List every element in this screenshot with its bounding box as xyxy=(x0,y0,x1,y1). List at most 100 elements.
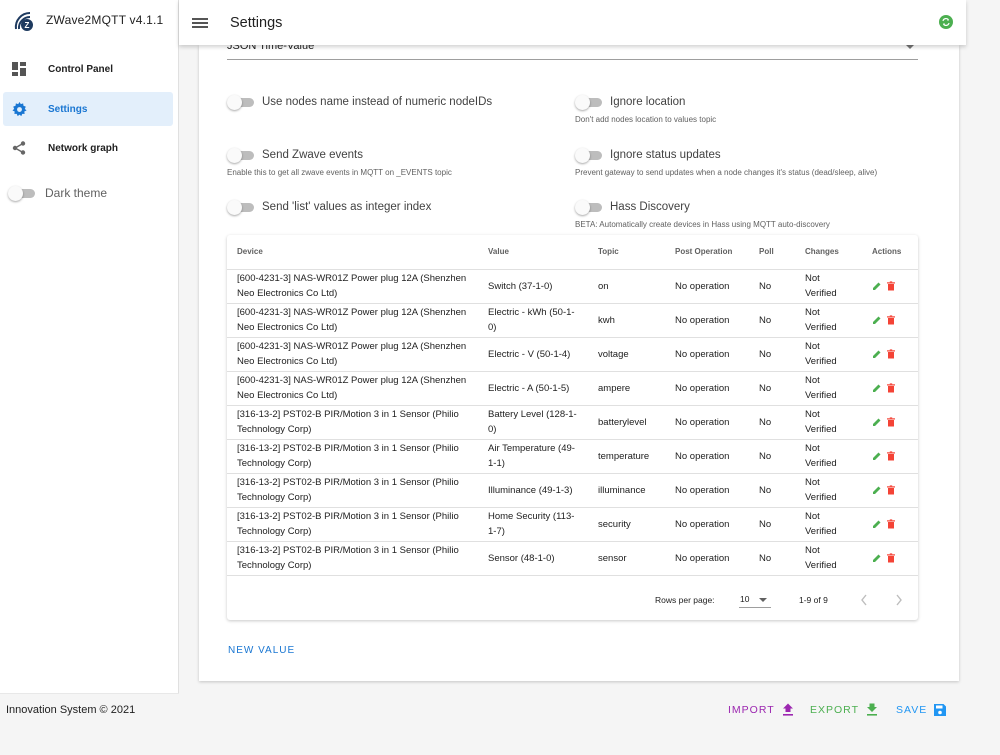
dark-theme-label: Dark theme xyxy=(45,186,108,200)
edit-icon[interactable] xyxy=(872,451,882,461)
sidebar-item-label: Settings xyxy=(48,103,88,115)
cell-changes: Not Verified xyxy=(795,303,862,338)
cell-changes: Not Verified xyxy=(795,371,862,406)
save-button[interactable]: SAVE xyxy=(896,703,947,717)
cell-topic: temperature xyxy=(588,439,665,474)
upload-icon xyxy=(782,703,793,716)
send-list-int-switch[interactable] xyxy=(227,200,255,215)
export-label: EXPORT xyxy=(810,704,859,716)
option-label: Ignore status updates xyxy=(610,149,721,161)
cell-topic: batterylevel xyxy=(588,405,665,440)
payload-type-select[interactable]: JSON Time-Value xyxy=(227,40,918,60)
option-send-zwave-events: Send Zwave events Enable this to get all… xyxy=(227,148,452,177)
sidebar-item-control-panel[interactable]: Control Panel xyxy=(3,52,173,86)
new-value-button[interactable]: NEW VALUE xyxy=(228,645,295,656)
cell-changes: Not Verified xyxy=(795,507,862,542)
header-value[interactable]: Value xyxy=(478,235,588,270)
cell-changes: Not Verified xyxy=(795,405,862,440)
edit-icon[interactable] xyxy=(872,315,882,325)
option-send-list-int: Send 'list' values as integer index xyxy=(227,200,432,215)
edit-icon[interactable] xyxy=(872,519,882,529)
delete-icon[interactable] xyxy=(886,451,896,461)
delete-icon[interactable] xyxy=(886,485,896,495)
edit-icon[interactable] xyxy=(872,485,882,495)
cell-value: Battery Level (128-1-0) xyxy=(478,405,588,440)
cell-value: Sensor (48-1-0) xyxy=(478,541,588,576)
table-pagination: Rows per page: 10 1-9 of 9 xyxy=(227,580,918,620)
brand: Z ZWave2MQTT v4.1.1 xyxy=(0,0,178,40)
cell-topic: sensor xyxy=(588,541,665,576)
edit-icon[interactable] xyxy=(872,281,882,291)
cell-value: Air Temperature (49-1-1) xyxy=(478,439,588,474)
cell-topic: ampere xyxy=(588,371,665,406)
import-label: IMPORT xyxy=(728,704,775,716)
delete-icon[interactable] xyxy=(886,417,896,427)
cell-topic: security xyxy=(588,507,665,542)
export-button[interactable]: EXPORT xyxy=(810,703,879,717)
use-node-names-switch[interactable] xyxy=(227,95,255,110)
header-topic[interactable]: Topic xyxy=(588,235,665,270)
delete-icon[interactable] xyxy=(886,553,896,563)
sidebar-item-label: Network graph xyxy=(48,142,119,154)
header-actions: Actions xyxy=(862,235,918,270)
app-title: ZWave2MQTT v4.1.1 xyxy=(46,13,164,27)
cell-value: Electric - V (50-1-4) xyxy=(478,337,588,372)
chevron-left-icon[interactable] xyxy=(860,594,868,606)
cell-changes: Not Verified xyxy=(795,439,862,474)
download-icon xyxy=(866,703,877,716)
sidebar-item-label: Control Panel xyxy=(48,63,114,75)
edit-icon[interactable] xyxy=(872,417,882,427)
header-changes[interactable]: Changes xyxy=(795,235,862,270)
pagination-range: 1-9 of 9 xyxy=(799,595,828,605)
sidebar-item-network-graph[interactable]: Network graph xyxy=(3,131,173,165)
import-button[interactable]: IMPORT xyxy=(728,703,795,717)
cell-actions xyxy=(862,371,918,406)
page-title: Settings xyxy=(230,14,283,31)
rows-per-page-select[interactable]: 10 xyxy=(739,592,771,608)
cell-device: [316-13-2] PST02-B PIR/Motion 3 in 1 Sen… xyxy=(227,405,478,440)
cell-changes: Not Verified xyxy=(795,473,862,508)
option-hint: Prevent gateway to send updates when a n… xyxy=(575,168,878,177)
top-app-bar: Settings xyxy=(179,0,966,45)
edit-icon[interactable] xyxy=(872,349,882,359)
option-hint: Enable this to get all zwave events in M… xyxy=(227,168,452,177)
cell-actions xyxy=(862,337,918,372)
sync-status-icon[interactable] xyxy=(939,15,953,29)
cell-poll: No xyxy=(749,439,795,474)
dark-theme-switch[interactable] xyxy=(8,186,36,201)
settings-card: JSON Time-Value Use nodes name instead o… xyxy=(199,40,959,681)
header-poll[interactable]: Poll xyxy=(749,235,795,270)
option-label: Hass Discovery xyxy=(610,201,690,213)
chevron-right-icon[interactable] xyxy=(895,594,903,606)
delete-icon[interactable] xyxy=(886,349,896,359)
edit-icon[interactable] xyxy=(872,553,882,563)
rows-per-page-label: Rows per page: xyxy=(655,595,715,605)
dark-theme-toggle[interactable]: Dark theme xyxy=(8,186,108,201)
cell-poll: No xyxy=(749,303,795,338)
menu-icon[interactable] xyxy=(192,16,208,30)
cell-poll: No xyxy=(749,405,795,440)
zwave-logo-icon: Z xyxy=(14,11,33,31)
ignore-location-switch[interactable] xyxy=(575,95,603,110)
send-zwave-events-switch[interactable] xyxy=(227,148,255,163)
table-header-row: Device Value Topic Post Operation Poll C… xyxy=(227,235,918,270)
table-row: [316-13-2] PST02-B PIR/Motion 3 in 1 Sen… xyxy=(227,541,918,576)
delete-icon[interactable] xyxy=(886,383,896,393)
ignore-status-switch[interactable] xyxy=(575,148,603,163)
delete-icon[interactable] xyxy=(886,315,896,325)
cell-value: Electric - A (50-1-5) xyxy=(478,371,588,406)
sidebar-item-settings[interactable]: Settings xyxy=(3,92,173,126)
header-device[interactable]: Device xyxy=(227,235,478,270)
option-hint: Don't add nodes location to values topic xyxy=(575,115,717,124)
header-post-operation[interactable]: Post Operation xyxy=(665,235,749,270)
delete-icon[interactable] xyxy=(886,519,896,529)
table-row: [600-4231-3] NAS-WR01Z Power plug 12A (S… xyxy=(227,371,918,406)
hass-discovery-switch[interactable] xyxy=(575,200,603,215)
cell-device: [600-4231-3] NAS-WR01Z Power plug 12A (S… xyxy=(227,337,478,372)
delete-icon[interactable] xyxy=(886,281,896,291)
option-label: Send 'list' values as integer index xyxy=(262,201,432,213)
table-row: [600-4231-3] NAS-WR01Z Power plug 12A (S… xyxy=(227,269,918,304)
cell-device: [316-13-2] PST02-B PIR/Motion 3 in 1 Sen… xyxy=(227,541,478,576)
edit-icon[interactable] xyxy=(872,383,882,393)
cell-poll: No xyxy=(749,337,795,372)
